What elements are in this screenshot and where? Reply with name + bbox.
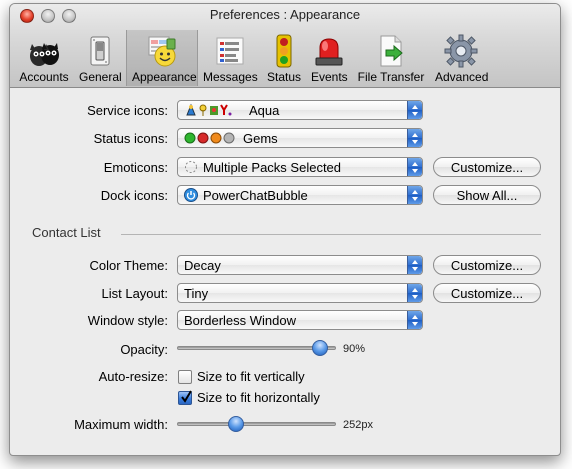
toolbar-item-status[interactable]: Status	[262, 30, 306, 86]
toolbar-item-messages[interactable]: Messages	[198, 30, 262, 86]
file-transfer-icon	[380, 35, 403, 67]
max-width-label: Maximum width:	[74, 417, 168, 432]
status-icons-value: Gems	[243, 131, 278, 146]
max-width-value: 252px	[343, 419, 373, 431]
accounts-icon	[30, 43, 59, 66]
color-theme-customize-button[interactable]: Customize...	[433, 255, 541, 275]
color-theme-value: Decay	[184, 258, 221, 273]
popup-arrows-icon	[407, 129, 422, 147]
window-title: Preferences : Appearance	[209, 7, 361, 22]
color-theme-label: Color Theme:	[89, 258, 168, 273]
popup-arrows-icon	[407, 158, 422, 176]
toolbar-label-general: General	[79, 70, 122, 84]
service-icons-label: Service icons:	[87, 103, 168, 118]
service-icons-popup[interactable]: Aqua	[177, 100, 423, 120]
preferences-toolbar: Accounts General Appearance Messages Sta…	[14, 30, 492, 86]
toolbar-item-accounts[interactable]: Accounts	[14, 30, 74, 86]
emoticons-popup[interactable]: Multiple Packs Selected	[177, 157, 423, 177]
popup-arrows-icon	[407, 284, 422, 302]
popup-arrows-icon	[407, 186, 422, 204]
dock-icons-show-all-button[interactable]: Show All...	[433, 185, 541, 205]
list-layout-label: List Layout:	[101, 286, 169, 301]
toolbar-label-messages: Messages	[203, 70, 258, 84]
toolbar-label-file-transfer: File Transfer	[357, 70, 425, 84]
max-width-slider-knob[interactable]	[227, 416, 244, 432]
gear-icon	[444, 34, 478, 68]
toolbar-label-status: Status	[267, 70, 302, 84]
emoticons-customize-button[interactable]: Customize...	[433, 157, 541, 177]
dotted-circle-icon	[185, 161, 197, 173]
contact-list-section-title: Contact List	[32, 225, 101, 240]
size-to-fit-horizontally-label[interactable]: Size to fit horizontally	[197, 390, 320, 405]
window-style-popup[interactable]: Borderless Window	[177, 310, 423, 330]
toolbar-item-file-transfer[interactable]: File Transfer	[352, 30, 430, 86]
general-switch-icon	[90, 36, 110, 66]
opacity-value: 90%	[343, 343, 366, 355]
max-width-slider-track[interactable]	[177, 422, 336, 426]
size-to-fit-horizontally-checkbox[interactable]	[178, 390, 192, 405]
opacity-slider-knob[interactable]	[312, 340, 329, 356]
opacity-label: Opacity:	[120, 342, 168, 357]
toolbar-label-events: Events	[311, 70, 348, 84]
size-to-fit-vertically-checkbox[interactable]	[178, 370, 192, 384]
dock-icons-value: PowerChatBubble	[203, 188, 308, 203]
preferences-window: Preferences : Appearance Accounts Genera…	[9, 3, 561, 456]
siren-icon	[315, 38, 343, 66]
popup-arrows-icon	[407, 256, 422, 274]
window-style-value: Borderless Window	[184, 313, 296, 328]
checkmark-icon	[181, 390, 192, 403]
toolbar-item-advanced[interactable]: Advanced	[430, 30, 492, 86]
dock-icons-popup[interactable]: PowerChatBubble	[177, 185, 423, 205]
toolbar-item-general[interactable]: General	[74, 30, 126, 86]
section-divider	[121, 234, 541, 235]
status-icons-popup[interactable]: Gems	[177, 128, 423, 148]
power-chat-bubble-icon	[184, 188, 198, 202]
toolbar-item-appearance[interactable]: Appearance	[126, 30, 198, 86]
toolbar-label-advanced: Advanced	[435, 70, 489, 84]
messages-icon	[216, 37, 244, 65]
service-icons-value: Aqua	[249, 103, 280, 118]
list-layout-customize-button[interactable]: Customize...	[433, 283, 541, 303]
auto-resize-label: Auto-resize:	[98, 369, 168, 384]
list-layout-value: Tiny	[184, 286, 209, 301]
status-icons-label: Status icons:	[93, 131, 168, 146]
size-to-fit-vertically-label[interactable]: Size to fit vertically	[197, 369, 305, 384]
popup-arrows-icon	[407, 101, 422, 119]
service-icons-preview-icon	[186, 103, 232, 116]
dock-icons-label: Dock icons:	[100, 188, 168, 203]
list-layout-popup[interactable]: Tiny	[177, 283, 423, 303]
toolbar-label-appearance: Appearance	[132, 70, 197, 84]
gem-icons-preview-icon	[184, 132, 235, 144]
emoticons-label: Emoticons:	[103, 160, 168, 175]
color-theme-popup[interactable]: Decay	[177, 255, 423, 275]
window-style-label: Window style:	[87, 313, 168, 328]
titlebar: Preferences : Appearance Accounts Genera…	[10, 4, 560, 88]
traffic-light-icon	[276, 34, 292, 68]
toolbar-item-events[interactable]: Events	[306, 30, 352, 86]
emoticons-value: Multiple Packs Selected	[203, 160, 342, 175]
appearance-smiley-icon	[148, 36, 176, 67]
popup-arrows-icon	[407, 311, 422, 329]
toolbar-label-accounts: Accounts	[19, 70, 69, 84]
